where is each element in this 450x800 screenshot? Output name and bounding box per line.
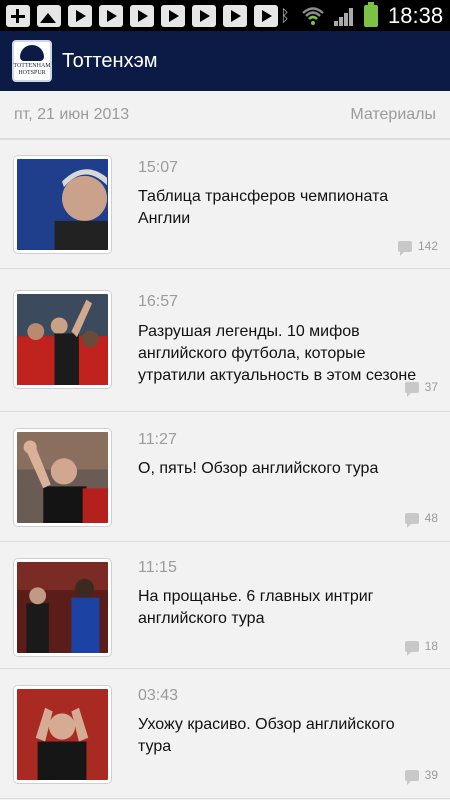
list-item[interactable]: 11:27 О, пять! Обзор английского тура 48 [0,412,450,542]
article-title[interactable]: О, пять! Обзор английского тура [138,458,418,480]
crest-icon [20,45,44,61]
comment-icon [404,512,419,528]
app-header: TOTTENHAM HOTSPUR Тоттенхэм [0,31,450,91]
article-thumbnail [14,559,111,656]
article-image [17,562,108,653]
section-label[interactable]: Материалы [350,106,436,124]
comment-icon [404,381,419,397]
article-time: 11:27 [138,431,177,448]
article-image [17,294,108,385]
image-icon [37,4,61,27]
comment-count-value: 48 [424,511,438,525]
club-logo[interactable]: TOTTENHAM HOTSPUR [12,40,52,82]
comment-count: 48 [404,511,438,528]
logo-text: TOTTENHAM [13,63,51,69]
wifi-icon [302,6,324,25]
comment-icon [397,240,412,256]
article-time: 15:07 [138,159,179,176]
article-image [17,432,108,523]
play-icon [130,4,154,27]
article-title[interactable]: Таблица трансферов чемпионата Англии [138,186,418,230]
play-icon [223,4,247,27]
comment-count: 18 [404,639,438,656]
article-title[interactable]: На прощанье. 6 главных интриг английског… [138,586,418,630]
status-bar: ᛒ 18:38 [0,0,450,31]
article-image [17,159,108,250]
article-time: 03:43 [138,687,179,704]
list-item[interactable]: 15:07 Таблица трансферов чемпионата Англ… [0,140,450,269]
page-title: Тоттенхэм [62,49,158,72]
comment-count-value: 39 [424,768,438,782]
comment-count: 39 [404,768,438,785]
notification-icons [0,4,278,27]
article-title[interactable]: Разрушая легенды. 10 мифов английского ф… [138,321,418,387]
status-time: 18:38 [388,2,444,28]
article-title[interactable]: Ухожу красиво. Обзор английского тура [138,714,418,758]
battery-icon [364,1,378,27]
play-icon [161,4,185,27]
article-list: 15:07 Таблица трансферов чемпионата Англ… [0,140,450,799]
comment-icon [404,769,419,785]
play-icon [68,4,92,27]
article-thumbnail [14,291,111,388]
comment-count-value: 18 [424,639,438,653]
comment-count-value: 142 [417,239,438,253]
article-image [17,689,108,780]
signal-icon [334,6,354,26]
comment-icon [404,640,419,656]
bluetooth-icon: ᛒ [280,5,290,25]
article-thumbnail [14,429,111,526]
list-item[interactable]: 11:15 На прощанье. 6 главных интриг англ… [0,542,450,669]
article-thumbnail [14,686,111,783]
date-label: пт, 21 июн 2013 [14,105,130,123]
list-item[interactable]: 03:43 Ухожу красиво. Обзор английского т… [0,669,450,799]
comment-count: 37 [404,380,438,397]
add-icon [6,4,30,27]
comment-count: 142 [397,239,438,256]
comment-count-value: 37 [424,380,438,394]
list-item[interactable]: 16:57 Разрушая легенды. 10 мифов английс… [0,269,450,412]
article-time: 11:15 [138,559,177,576]
article-time: 16:57 [138,293,179,310]
article-thumbnail [14,156,111,253]
play-icon [254,4,278,27]
date-bar: пт, 21 июн 2013 Материалы [0,91,450,140]
logo-text: HOTSPUR [18,70,46,76]
play-icon [192,4,216,27]
play-icon [99,4,123,27]
